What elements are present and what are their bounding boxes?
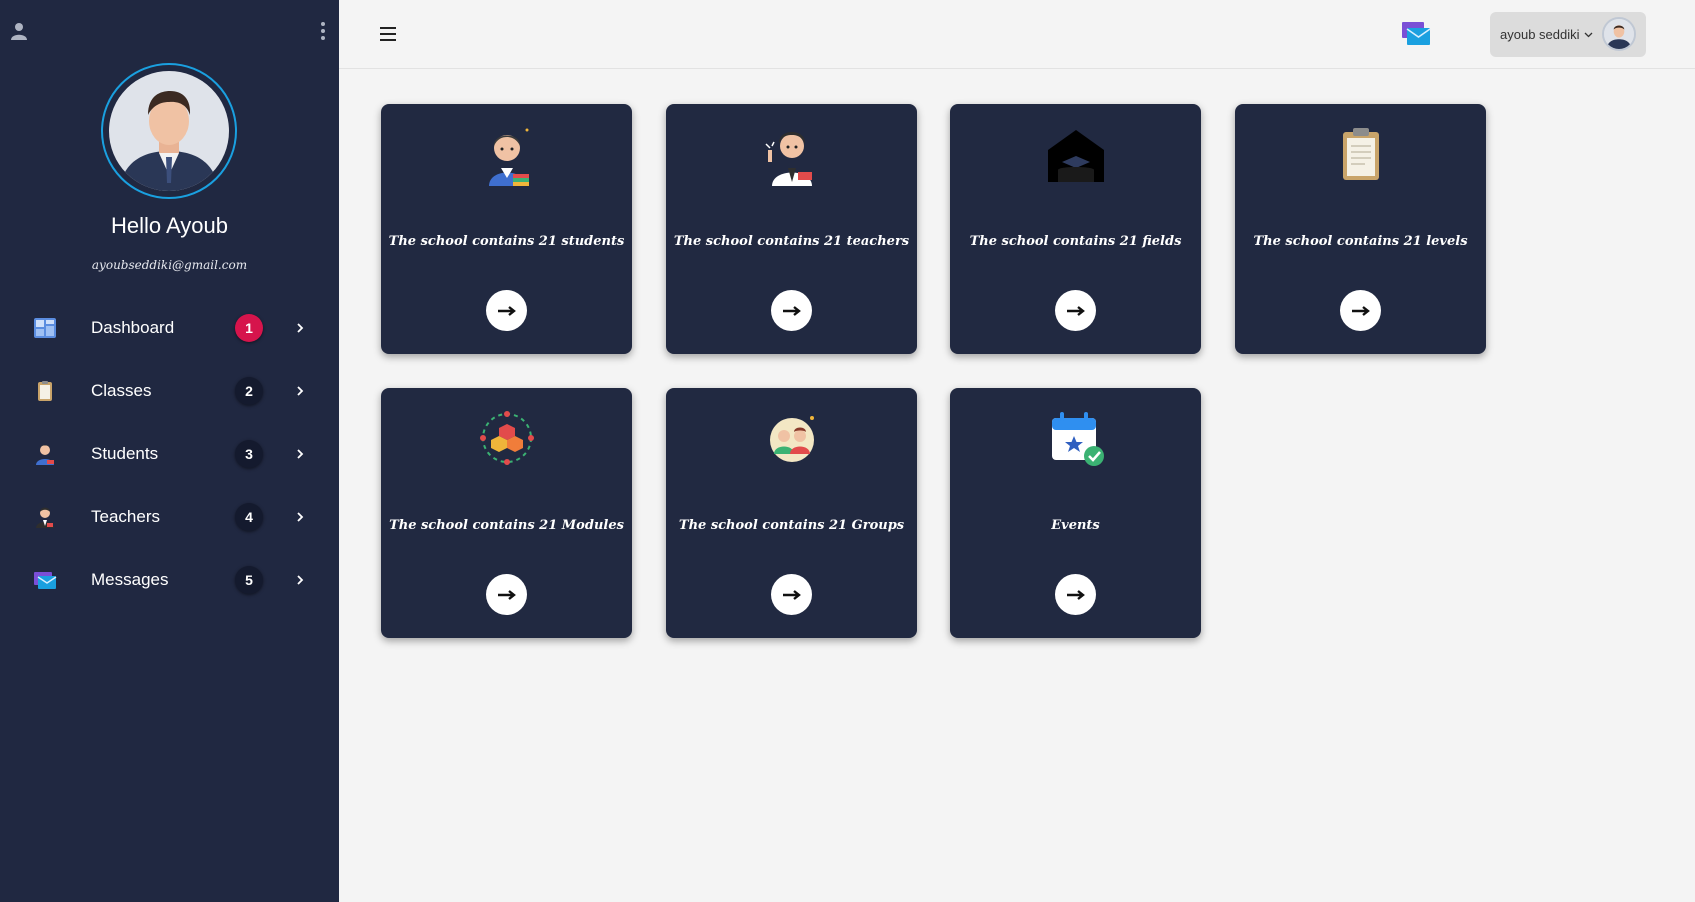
calendar-check-icon bbox=[1051, 412, 1104, 466]
dashboard-icon bbox=[34, 317, 56, 338]
school-building-icon bbox=[1047, 130, 1104, 182]
hamburger-menu-icon[interactable] bbox=[380, 27, 396, 41]
arrow-right-button[interactable] bbox=[1340, 290, 1381, 331]
card-text: The school contains 21 Groups bbox=[678, 518, 905, 533]
greeting-text: Hello Ayoub bbox=[110, 213, 228, 238]
sidebar-nav: Dashboard 1 Classes 2 Students 3 Teacher… bbox=[0, 296, 339, 611]
count-badge: 3 bbox=[235, 439, 263, 468]
avatar bbox=[1602, 17, 1636, 51]
chevron-right-icon bbox=[297, 322, 304, 333]
student-icon bbox=[488, 128, 529, 186]
arrow-right-icon bbox=[782, 589, 801, 600]
levels-card[interactable]: The school contains 21 levels bbox=[1235, 104, 1486, 354]
arrow-right-button[interactable] bbox=[771, 574, 812, 615]
groups-card[interactable]: The school contains 21 Groups bbox=[666, 388, 917, 638]
mail-icon[interactable] bbox=[1401, 20, 1431, 48]
student-icon bbox=[36, 444, 54, 465]
card-text: The school contains 21 Modules bbox=[389, 518, 624, 533]
count-badge: 4 bbox=[235, 502, 263, 531]
more-options-icon[interactable] bbox=[320, 22, 326, 40]
sidebar-item-label: Dashboard bbox=[91, 317, 175, 337]
card-text: Events bbox=[1051, 518, 1100, 533]
arrow-right-button[interactable] bbox=[486, 290, 527, 331]
sidebar-item-messages[interactable]: Messages 5 bbox=[0, 548, 339, 611]
sidebar-item-label: Classes bbox=[91, 380, 152, 400]
chevron-down-icon bbox=[1584, 32, 1592, 37]
sidebar: Hello Ayoub ayoubseddiki@gmail.com Dashb… bbox=[0, 0, 339, 902]
sidebar-item-label: Students bbox=[91, 443, 159, 463]
fields-card[interactable]: The school contains 21 fields bbox=[950, 104, 1201, 354]
notification-badge: 1 bbox=[235, 313, 263, 342]
teachers-card[interactable]: The school contains 21 teachers bbox=[666, 104, 917, 354]
sidebar-item-dashboard[interactable]: Dashboard 1 bbox=[0, 296, 339, 359]
arrow-right-button[interactable] bbox=[1055, 290, 1096, 331]
sidebar-item-label: Teachers bbox=[91, 506, 160, 526]
arrow-right-icon bbox=[1351, 305, 1370, 316]
teacher-icon bbox=[36, 507, 54, 528]
arrow-right-icon bbox=[782, 305, 801, 316]
profile-avatar bbox=[101, 63, 237, 199]
user-icon[interactable] bbox=[10, 22, 28, 40]
username-label: ayoub seddiki bbox=[1500, 27, 1580, 42]
events-card[interactable]: Events bbox=[950, 388, 1201, 638]
card-text: The school contains 21 levels bbox=[1253, 234, 1468, 249]
arrow-right-icon bbox=[1066, 305, 1085, 316]
clipboard-icon bbox=[38, 380, 52, 401]
arrow-right-button[interactable] bbox=[486, 574, 527, 615]
chevron-right-icon bbox=[297, 448, 304, 459]
sidebar-item-label: Messages bbox=[91, 569, 169, 589]
chevron-right-icon bbox=[297, 511, 304, 522]
modules-card[interactable]: The school contains 21 Modules bbox=[381, 388, 632, 638]
count-badge: 2 bbox=[235, 376, 263, 405]
chevron-right-icon bbox=[297, 574, 304, 585]
sidebar-item-students[interactable]: Students 3 bbox=[0, 422, 339, 485]
mail-icon bbox=[34, 571, 57, 589]
count-badge: 5 bbox=[235, 565, 263, 594]
groups-icon bbox=[769, 416, 814, 462]
arrow-right-icon bbox=[497, 305, 516, 316]
card-text: The school contains 21 students bbox=[388, 234, 625, 249]
user-email: ayoubseddiki@gmail.com bbox=[91, 258, 248, 272]
chevron-right-icon bbox=[297, 385, 304, 396]
card-text: The school contains 21 fields bbox=[969, 234, 1182, 249]
clipboard-icon bbox=[1342, 128, 1379, 180]
sidebar-item-classes[interactable]: Classes 2 bbox=[0, 359, 339, 422]
arrow-right-icon bbox=[497, 589, 516, 600]
arrow-right-button[interactable] bbox=[771, 290, 812, 331]
top-bar: ayoub seddiki bbox=[339, 0, 1695, 69]
arrow-right-icon bbox=[1066, 589, 1085, 600]
user-menu-dropdown[interactable]: ayoub seddiki bbox=[1490, 12, 1646, 57]
teacher-icon bbox=[764, 132, 812, 186]
arrow-right-button[interactable] bbox=[1055, 574, 1096, 615]
modules-icon bbox=[479, 411, 534, 465]
card-text: The school contains 21 teachers bbox=[673, 234, 910, 249]
sidebar-item-teachers[interactable]: Teachers 4 bbox=[0, 485, 339, 548]
students-card[interactable]: The school contains 21 students bbox=[381, 104, 632, 354]
